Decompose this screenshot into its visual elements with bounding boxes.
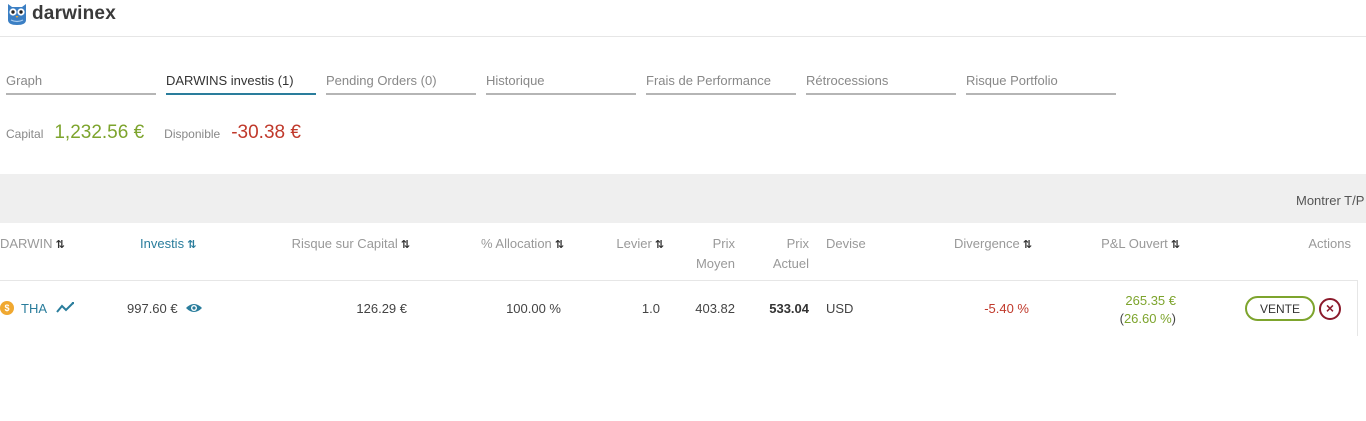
- sort-icon: ⇅: [400, 239, 410, 251]
- header-investis[interactable]: Investis ⇅: [140, 234, 196, 255]
- sort-icon: ⇅: [1170, 239, 1180, 251]
- header-levier[interactable]: Levier ⇅: [580, 234, 664, 255]
- header-devise: Devise: [826, 236, 866, 251]
- trend-chart-icon[interactable]: [56, 301, 75, 314]
- tab-risque-portfolio[interactable]: Risque Portfolio: [966, 70, 1116, 95]
- dollar-coin-icon: $: [0, 301, 14, 315]
- pl-percent: (26.60 %): [1119, 311, 1176, 326]
- header-prix-moyen: Prix Moyen: [695, 236, 735, 271]
- tab-frais-performance[interactable]: Frais de Performance: [646, 70, 796, 95]
- sort-icon: ⇅: [654, 239, 664, 251]
- capital-label: Capital: [6, 127, 44, 141]
- tab-historique[interactable]: Historique: [486, 70, 636, 95]
- disponible-label: Disponible: [164, 127, 221, 141]
- sort-icon: ⇅: [55, 239, 64, 251]
- sort-icon: ⇅: [1022, 239, 1032, 251]
- header-risque-sur-capital[interactable]: Risque sur Capital ⇅: [240, 234, 411, 255]
- header-allocation[interactable]: % Allocation ⇅: [420, 234, 564, 255]
- tab-bar: Graph DARWINS investis (1) Pending Order…: [6, 70, 1126, 95]
- header-prix-actuel: Prix Actuel: [772, 236, 809, 271]
- close-circle-icon[interactable]: ×: [1319, 298, 1341, 320]
- logo-text: darwinex: [32, 3, 116, 24]
- disponible-value: -30.38 €: [231, 122, 301, 143]
- tab-pending-orders[interactable]: Pending Orders (0): [326, 70, 476, 95]
- risque-cell: 126.29 €: [356, 301, 407, 316]
- vente-button[interactable]: VENTE: [1245, 296, 1315, 321]
- sort-icon: ⇅: [187, 239, 196, 251]
- tab-retrocessions[interactable]: Rétrocessions: [806, 70, 956, 95]
- allocation-cell: 100.00 %: [506, 301, 561, 316]
- pl-value: 265.35 €: [1125, 293, 1176, 308]
- tab-darwins-investis[interactable]: DARWINS investis (1): [166, 70, 316, 95]
- prix-moyen-cell: 403.82: [695, 301, 735, 316]
- header-divider: [0, 280, 1358, 281]
- montrer-tp-toggle[interactable]: Montrer T/P: [1296, 193, 1364, 208]
- header-actions: Actions: [1308, 236, 1351, 251]
- capital-summary: Capital 1,232.56 € Disponible -30.38 €: [6, 122, 321, 144]
- darwin-link[interactable]: THA: [21, 301, 46, 316]
- devise-cell: USD: [826, 301, 854, 316]
- table-toolbar: Montrer T/P: [0, 174, 1366, 223]
- prix-actuel-cell: 533.04: [769, 301, 809, 316]
- eye-icon[interactable]: [185, 302, 203, 314]
- divergence-cell: -5.40 %: [984, 301, 1029, 316]
- header-divergence[interactable]: Divergence ⇅: [890, 234, 1032, 255]
- sort-icon: ⇅: [554, 239, 564, 251]
- owl-logo-icon: [8, 4, 26, 25]
- investis-cell: 997.60 €: [127, 301, 203, 317]
- header-pl-ouvert[interactable]: P&L Ouvert ⇅: [1040, 234, 1180, 255]
- capital-value: 1,232.56 €: [54, 122, 145, 143]
- logo[interactable]: darwinex: [6, 2, 116, 26]
- levier-cell: 1.0: [641, 301, 660, 316]
- darwin-cell[interactable]: THA: [21, 301, 75, 317]
- pl-ouvert-cell: 265.35 € (26.60 %): [1070, 292, 1176, 328]
- tab-graph[interactable]: Graph: [6, 70, 156, 95]
- column-divider: [1357, 281, 1358, 336]
- top-bar: darwinex: [0, 0, 1366, 37]
- header-darwin[interactable]: DARWIN ⇅: [0, 234, 65, 255]
